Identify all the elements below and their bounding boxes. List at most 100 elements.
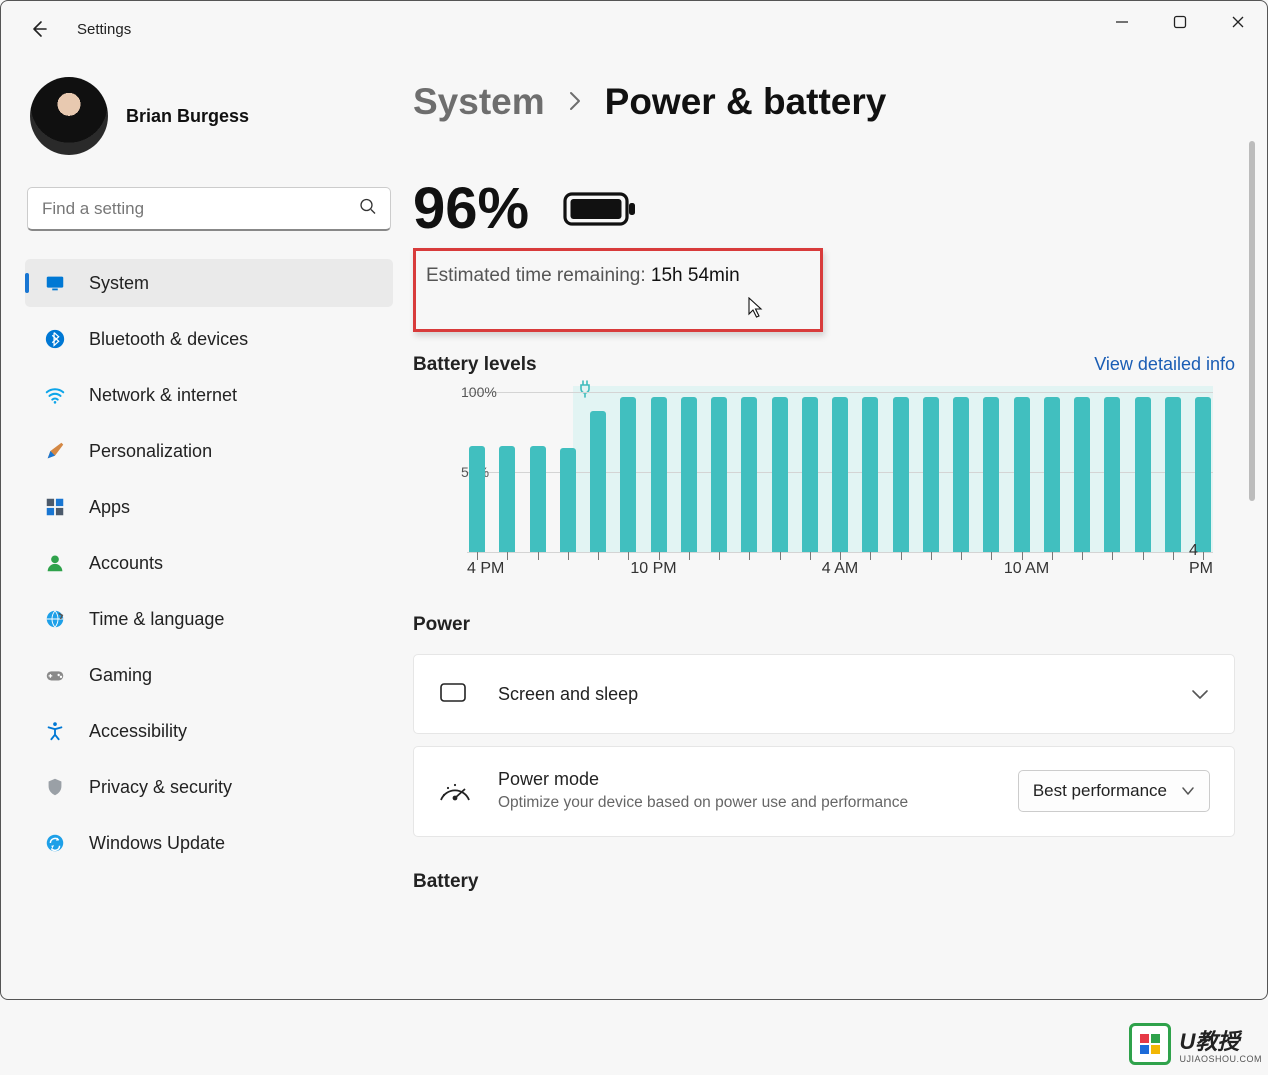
power-mode-value: Best performance xyxy=(1033,781,1167,801)
chart-bar xyxy=(893,397,909,552)
back-button[interactable] xyxy=(19,9,59,49)
view-detailed-link[interactable]: View detailed info xyxy=(1094,354,1235,375)
shield-icon xyxy=(43,775,67,799)
xaxis-label: 10 PM xyxy=(630,560,676,578)
screen-sleep-icon xyxy=(438,677,472,711)
power-mode-card: Power mode Optimize your device based on… xyxy=(413,746,1235,837)
maximize-icon xyxy=(1173,15,1187,29)
expand-button[interactable] xyxy=(1190,687,1210,701)
chart-bar xyxy=(651,397,667,552)
sidebar-item-gaming[interactable]: Gaming xyxy=(25,651,393,699)
sidebar-item-label: Accounts xyxy=(89,553,163,574)
chart-bar xyxy=(530,446,546,552)
scrollbar-thumb[interactable] xyxy=(1249,141,1255,501)
profile-block[interactable]: Brian Burgess xyxy=(25,77,393,155)
watermark-text: U教授 xyxy=(1179,1024,1262,1056)
app-title: Settings xyxy=(77,21,131,38)
scrollbar[interactable] xyxy=(1247,141,1257,999)
sidebar-item-accessibility[interactable]: Accessibility xyxy=(25,707,393,755)
chart-bar xyxy=(1044,397,1060,552)
minimize-button[interactable] xyxy=(1093,1,1151,43)
chart-bar xyxy=(681,397,697,552)
battery-levels-title: Battery levels xyxy=(413,354,537,376)
chart-bar xyxy=(560,448,576,552)
chart-bar xyxy=(923,397,939,552)
chevron-down-icon xyxy=(1181,786,1195,796)
breadcrumb-current: Power & battery xyxy=(605,81,887,123)
chart-bar xyxy=(620,397,636,552)
search-input[interactable] xyxy=(27,187,391,231)
xaxis-label: 4 AM xyxy=(822,560,858,578)
update-icon xyxy=(43,831,67,855)
sidebar-item-label: System xyxy=(89,273,149,294)
bluetooth-icon xyxy=(43,327,67,351)
search-icon xyxy=(359,198,377,221)
title-bar: Settings xyxy=(1,1,1267,57)
chart-bar xyxy=(741,397,757,552)
sidebar-item-label: Network & internet xyxy=(89,385,237,406)
chevron-down-icon xyxy=(1190,687,1210,701)
avatar xyxy=(30,77,108,155)
power-mode-dropdown[interactable]: Best performance xyxy=(1018,770,1210,812)
sidebar-item-privacy[interactable]: Privacy & security xyxy=(25,763,393,811)
sidebar-item-personalization[interactable]: Personalization xyxy=(25,427,393,475)
back-arrow-icon xyxy=(29,19,49,39)
accessibility-icon xyxy=(43,719,67,743)
screen-sleep-title: Screen and sleep xyxy=(498,684,1190,705)
wifi-icon xyxy=(43,383,67,407)
chart-bar xyxy=(1165,397,1181,552)
person-icon xyxy=(43,551,67,575)
power-mode-sub: Optimize your device based on power use … xyxy=(498,793,1018,814)
sidebar-item-label: Apps xyxy=(89,497,130,518)
sidebar-item-label: Bluetooth & devices xyxy=(89,329,248,350)
breadcrumb: System Power & battery xyxy=(413,81,1235,123)
power-mode-title: Power mode xyxy=(498,769,1018,790)
battery-percent: 96% xyxy=(413,175,529,242)
chart-bar xyxy=(711,397,727,552)
sidebar-item-system[interactable]: System xyxy=(25,259,393,307)
sidebar-item-apps[interactable]: Apps xyxy=(25,483,393,531)
chart-bar xyxy=(469,446,485,552)
chart-bar xyxy=(1135,397,1151,552)
chart-bar xyxy=(1104,397,1120,552)
sidebar-item-accounts[interactable]: Accounts xyxy=(25,539,393,587)
sidebar: Brian Burgess System Bluetooth & devices N… xyxy=(1,57,401,999)
main-panel: System Power & battery 96% xyxy=(401,57,1267,999)
sidebar-item-label: Accessibility xyxy=(89,721,187,742)
nav-list: System Bluetooth & devices Network & inter… xyxy=(25,259,393,867)
chevron-right-icon xyxy=(567,88,583,119)
battery-group-title: Battery xyxy=(413,871,1235,893)
display-icon xyxy=(43,271,67,295)
estimate-label: Estimated time remaining: xyxy=(426,265,651,286)
close-button[interactable] xyxy=(1209,1,1267,43)
cursor-icon xyxy=(747,297,765,324)
chart-bar xyxy=(983,397,999,552)
battery-chart[interactable]: 100% 50% 4 PM10 PM4 AM10 AM4 PM xyxy=(413,386,1235,578)
watermark-badge-icon xyxy=(1129,1023,1171,1065)
power-group-title: Power xyxy=(413,614,1235,636)
watermark: U教授 UJIAOSHOU.COM xyxy=(1129,1023,1262,1065)
chart-bar xyxy=(499,446,515,552)
xaxis-label: 10 AM xyxy=(1004,560,1049,578)
chart-bar xyxy=(862,397,878,552)
breadcrumb-parent[interactable]: System xyxy=(413,81,545,123)
chart-bar xyxy=(953,397,969,552)
maximize-button[interactable] xyxy=(1151,1,1209,43)
screen-sleep-card[interactable]: Screen and sleep xyxy=(413,654,1235,734)
search-box xyxy=(27,187,391,231)
chart-bar xyxy=(1195,397,1211,552)
chart-bar xyxy=(590,411,606,552)
profile-name: Brian Burgess xyxy=(126,106,249,127)
globe-icon xyxy=(43,607,67,631)
sidebar-item-network[interactable]: Network & internet xyxy=(25,371,393,419)
sidebar-item-update[interactable]: Windows Update xyxy=(25,819,393,867)
gauge-icon xyxy=(438,774,472,808)
close-icon xyxy=(1231,15,1245,29)
sidebar-item-time[interactable]: Time & language xyxy=(25,595,393,643)
sidebar-item-bluetooth[interactable]: Bluetooth & devices xyxy=(25,315,393,363)
battery-icon xyxy=(563,190,637,228)
xaxis-label: 4 PM xyxy=(1189,542,1213,578)
sidebar-item-label: Windows Update xyxy=(89,833,225,854)
settings-window: Settings Brian Burgess xyxy=(0,0,1268,1000)
chart-bar xyxy=(802,397,818,552)
